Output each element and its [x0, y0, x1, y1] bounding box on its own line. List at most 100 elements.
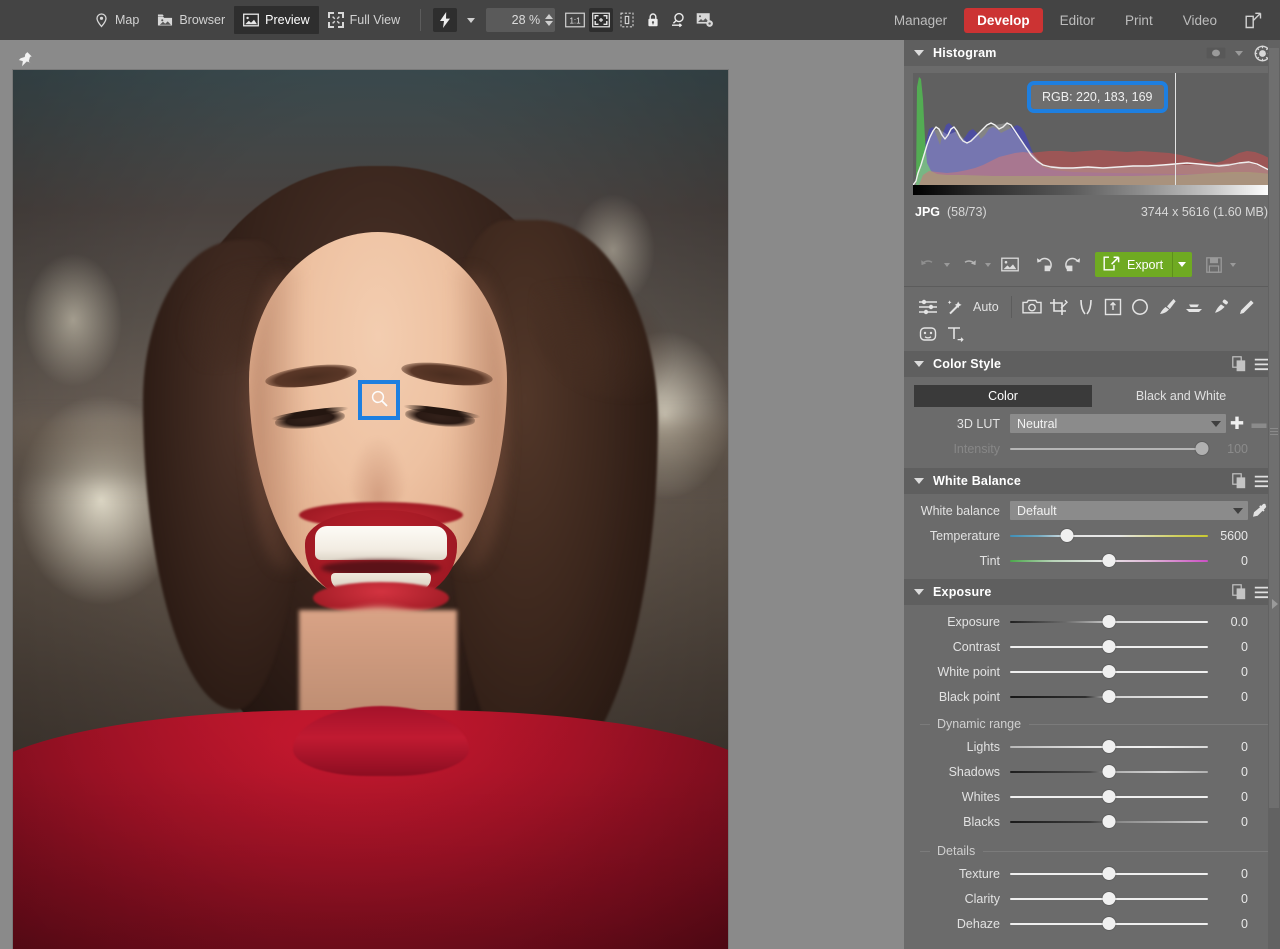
fit-screen-icon[interactable]: [589, 8, 614, 32]
panel-scrollbar[interactable]: [1268, 40, 1280, 949]
color-mode-segmented[interactable]: Color Black and White: [914, 385, 1270, 407]
tint-label: Tint: [979, 553, 1000, 568]
gradient-icon[interactable]: [1181, 293, 1208, 320]
mode-tab-manager[interactable]: Manager: [881, 8, 960, 33]
browser-button[interactable]: Browser: [148, 6, 234, 34]
white-balance-section-header[interactable]: White Balance: [904, 468, 1280, 494]
lights-slider[interactable]: [1010, 737, 1208, 757]
redo-icon[interactable]: [955, 251, 982, 278]
lights-label: Lights: [966, 739, 1000, 754]
text-tool-icon[interactable]: [941, 320, 968, 347]
image-settings-icon[interactable]: [693, 8, 717, 32]
compare-zoom-icon[interactable]: [667, 8, 691, 32]
tint-value: 0: [1241, 553, 1248, 568]
tint-slider[interactable]: [1010, 551, 1208, 571]
shadows-slider[interactable]: [1010, 762, 1208, 782]
mode-tab-print[interactable]: Print: [1112, 8, 1166, 33]
retouch-pencil-icon[interactable]: [1235, 293, 1262, 320]
mode-tab-develop[interactable]: Develop: [964, 7, 1043, 33]
exposure-section-header[interactable]: Exposure: [904, 579, 1280, 605]
exposure-title: Exposure: [933, 585, 992, 599]
magnifier-icon: [370, 389, 389, 411]
export-button-label: Export: [1127, 257, 1164, 272]
full-view-button[interactable]: Full View: [319, 6, 409, 34]
crop-icon[interactable]: [1046, 293, 1073, 320]
temperature-slider[interactable]: [1010, 526, 1208, 546]
zoom-1to1-button[interactable]: 1:1: [563, 8, 587, 32]
copy-paste-icon[interactable]: [1229, 355, 1249, 373]
copy-paste-icon[interactable]: [1229, 583, 1249, 601]
undo-icon[interactable]: [914, 251, 941, 278]
photo-preview[interactable]: [13, 70, 728, 949]
white-point-slider[interactable]: [1010, 662, 1208, 682]
folder-image-icon: [157, 12, 173, 28]
eyedropper-icon[interactable]: [1248, 503, 1270, 519]
dehaze-value: 0: [1241, 916, 1248, 931]
histogram-chart[interactable]: RGB: 220, 183, 169: [913, 73, 1271, 185]
black-point-label: Black point: [938, 689, 1000, 704]
lightning-dropdown-button[interactable]: [459, 8, 483, 32]
image-canvas[interactable]: [0, 40, 904, 949]
preview-button[interactable]: Preview: [234, 6, 319, 34]
export-dropdown-button[interactable]: [1172, 252, 1190, 277]
shadows-label: Shadows: [948, 764, 1000, 779]
lightning-bolt-icon[interactable]: [433, 8, 458, 32]
color-style-section-header[interactable]: Color Style: [904, 351, 1280, 377]
copy-paste-icon[interactable]: [1229, 472, 1249, 490]
sliders-icon[interactable]: [914, 293, 941, 320]
map-button[interactable]: Map: [84, 6, 148, 34]
zoom-level-field[interactable]: 28 %: [486, 8, 556, 32]
contrast-value: 0: [1241, 639, 1248, 654]
open-external-icon[interactable]: [1240, 7, 1266, 33]
chevron-down-icon: [914, 50, 924, 56]
save-dropdown-button[interactable]: [1227, 251, 1241, 278]
magnifier-loupe[interactable]: [358, 380, 400, 420]
black-point-slider[interactable]: [1010, 687, 1208, 707]
clarity-slider[interactable]: [1010, 889, 1208, 909]
redo-dropdown-button[interactable]: [982, 251, 996, 278]
lock-icon[interactable]: [641, 8, 665, 32]
histogram-channel-icon[interactable]: [1206, 44, 1226, 62]
camera-icon[interactable]: [1019, 293, 1046, 320]
magic-wand-icon[interactable]: [941, 293, 968, 320]
circle-icon[interactable]: [1127, 293, 1154, 320]
histogram-channel-dropdown[interactable]: [1229, 44, 1249, 62]
add-lut-button[interactable]: ✚: [1226, 415, 1248, 432]
auto-button[interactable]: Auto: [968, 293, 1004, 320]
save-disk-icon[interactable]: [1200, 251, 1227, 278]
intensity-slider[interactable]: [1010, 439, 1209, 459]
mode-tab-editor[interactable]: Editor: [1047, 8, 1108, 33]
scrollbar-grip-icon: [1270, 428, 1278, 435]
face-mask-icon[interactable]: [914, 320, 941, 347]
lut-select[interactable]: Neutral: [1010, 414, 1226, 433]
whites-value: 0: [1241, 789, 1248, 804]
color-mode-bw[interactable]: Black and White: [1092, 385, 1270, 407]
blacks-slider[interactable]: [1010, 812, 1208, 832]
image-icon[interactable]: [996, 251, 1023, 278]
paintbrush-icon[interactable]: [1154, 293, 1181, 320]
pushpin-icon[interactable]: [16, 50, 34, 69]
chevron-down-icon: [1233, 507, 1243, 514]
histogram-section-header[interactable]: Histogram: [904, 40, 1280, 66]
rotate-right-icon[interactable]: [1058, 251, 1085, 278]
panel-collapse-arrow-icon[interactable]: [1272, 599, 1278, 609]
undo-dropdown-button[interactable]: [941, 251, 955, 278]
contrast-slider[interactable]: [1010, 637, 1208, 657]
perspective-icon[interactable]: [1100, 293, 1127, 320]
white-balance-preset-select[interactable]: Default: [1010, 501, 1248, 520]
mode-tab-video[interactable]: Video: [1170, 8, 1230, 33]
dehaze-slider[interactable]: [1010, 914, 1208, 934]
fit-width-icon[interactable]: [615, 8, 639, 32]
exposure-slider[interactable]: [1010, 612, 1208, 632]
rotate-left-icon[interactable]: [1031, 251, 1058, 278]
shadows-row: Shadows 0: [904, 759, 1280, 784]
whites-slider[interactable]: [1010, 787, 1208, 807]
zoom-stepper[interactable]: [545, 14, 554, 26]
color-mode-color[interactable]: Color: [914, 385, 1092, 407]
export-button[interactable]: Export: [1095, 252, 1193, 277]
texture-slider[interactable]: [1010, 864, 1208, 884]
histogram-chart-wrap: RGB: 220, 183, 169: [904, 66, 1280, 185]
straighten-icon[interactable]: [1073, 293, 1100, 320]
clone-stamp-icon[interactable]: [1208, 293, 1235, 320]
panel-scrollbar-thumb[interactable]: [1269, 48, 1279, 808]
